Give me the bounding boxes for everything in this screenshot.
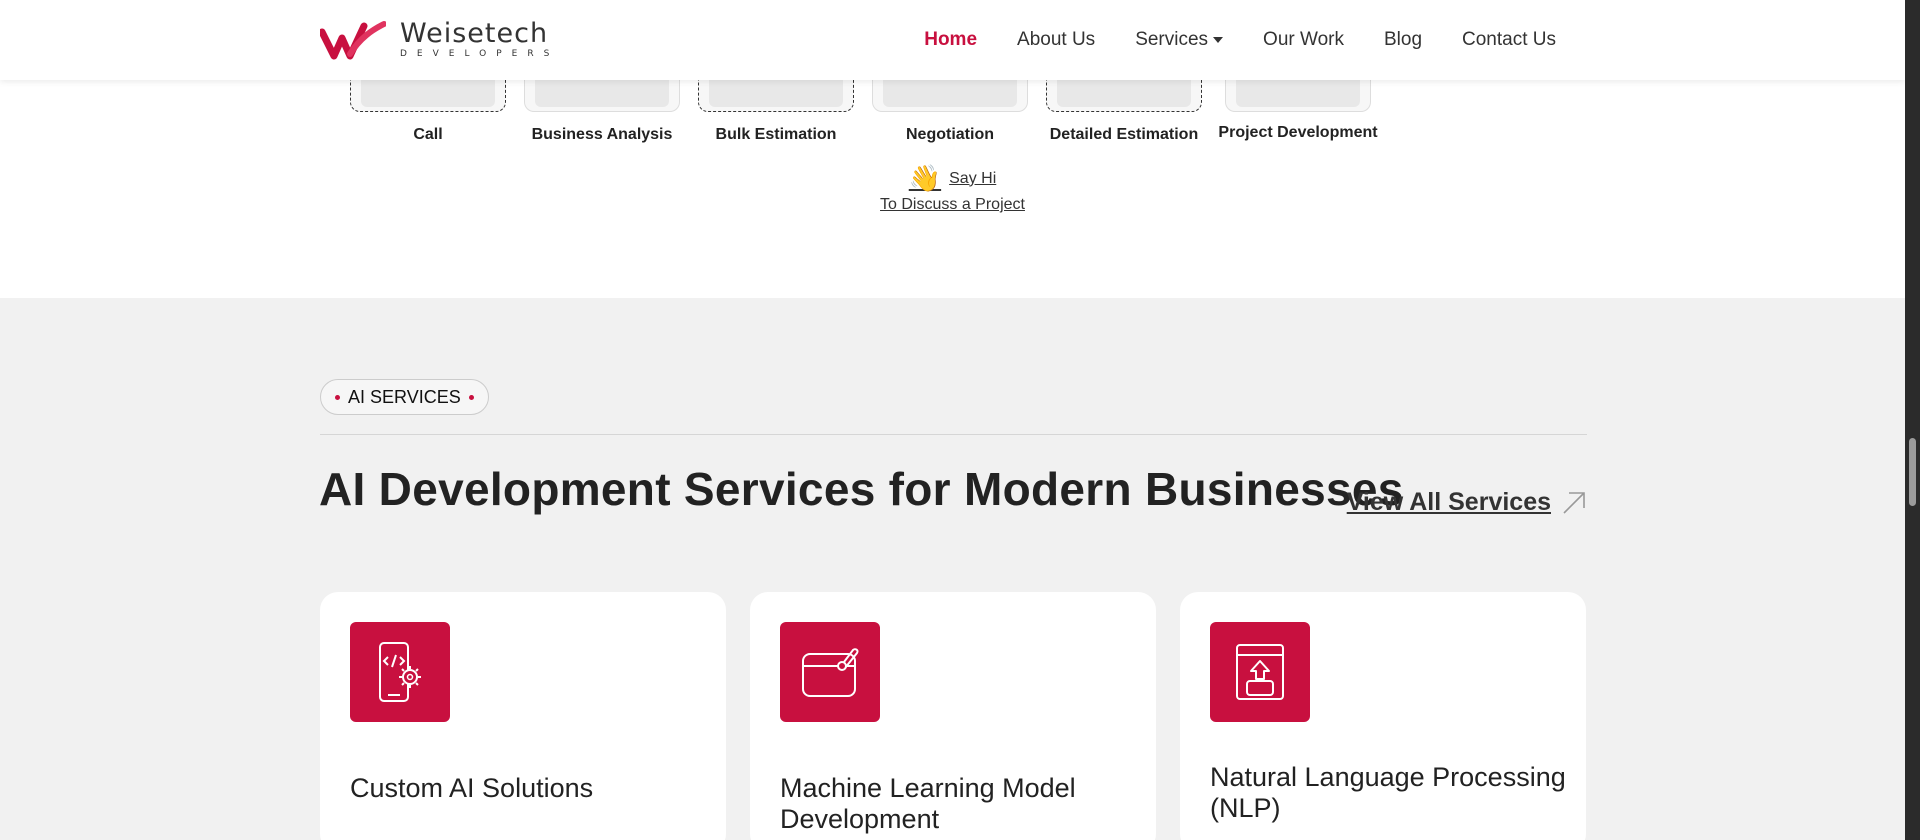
service-card-custom-ai[interactable]: Custom AI Solutions: [320, 592, 726, 840]
site-logo[interactable]: Weisetech DEVELOPERS: [320, 18, 559, 62]
badge-label: AI SERVICES: [348, 386, 461, 407]
discuss-project-link[interactable]: To Discuss a Project: [880, 196, 1025, 214]
say-hi-cta[interactable]: 👋 Say Hi To Discuss a Project: [880, 163, 1025, 214]
step-label: Detailed Estimation: [1049, 126, 1199, 143]
site-header: Weisetech DEVELOPERS Home About Us Servi…: [0, 0, 1905, 80]
section-title: AI Development Services for Modern Busin…: [319, 463, 1404, 515]
nav-about-us[interactable]: About Us: [1017, 29, 1095, 51]
brand-name: Weisetech: [400, 18, 549, 49]
step-label: Bulk Estimation: [715, 126, 837, 143]
logo-mark-icon: [320, 21, 386, 60]
dot-icon: [335, 394, 340, 400]
section-badge: AI SERVICES: [320, 379, 489, 415]
waving-hand-icon: 👋: [908, 163, 942, 193]
say-hi-label: Say Hi: [949, 169, 997, 187]
nav-contact-us[interactable]: Contact Us: [1462, 29, 1556, 51]
view-all-services[interactable]: View All Services: [1347, 488, 1587, 517]
card-title: Natural Language Processing (NLP): [1210, 762, 1566, 823]
brand-tagline: DEVELOPERS: [400, 49, 560, 59]
nav-home[interactable]: Home: [924, 29, 977, 51]
say-hi-link[interactable]: 👋 Say Hi: [909, 163, 997, 194]
card-title: Machine Learning Model Development: [780, 773, 1076, 834]
step-label: Call: [413, 126, 443, 143]
arrow-up-right-icon: [1563, 491, 1585, 514]
document-upload-icon: [1210, 622, 1310, 722]
nav-our-work[interactable]: Our Work: [1263, 29, 1344, 51]
step-label: Negotiation: [906, 126, 994, 143]
nav-services-label: Services: [1135, 29, 1209, 50]
view-all-services-link[interactable]: View All Services: [1347, 488, 1551, 517]
service-card-nlp[interactable]: Natural Language Processing (NLP): [1180, 592, 1586, 840]
mobile-code-gear-icon: [350, 622, 450, 722]
dot-icon: [468, 394, 474, 400]
step-label: Business Analysis: [531, 126, 673, 143]
main-nav: Home About Us Services Our Work Blog Con…: [884, 0, 1556, 80]
nav-services[interactable]: Services: [1135, 29, 1224, 51]
scrollbar-thumb[interactable]: [1909, 438, 1916, 506]
browser-brush-icon: [780, 622, 880, 722]
service-card-machine-learning[interactable]: Machine Learning Model Development: [750, 592, 1156, 840]
card-title: Custom AI Solutions: [350, 773, 594, 803]
caret-down-icon: [1213, 37, 1224, 43]
ai-services-section: AI SERVICES AI Development Services for …: [0, 298, 1905, 840]
page-scrollbar[interactable]: [1905, 0, 1920, 840]
step-label: Project Development: [1218, 124, 1378, 141]
section-divider: [320, 434, 1587, 435]
nav-blog[interactable]: Blog: [1384, 29, 1422, 51]
